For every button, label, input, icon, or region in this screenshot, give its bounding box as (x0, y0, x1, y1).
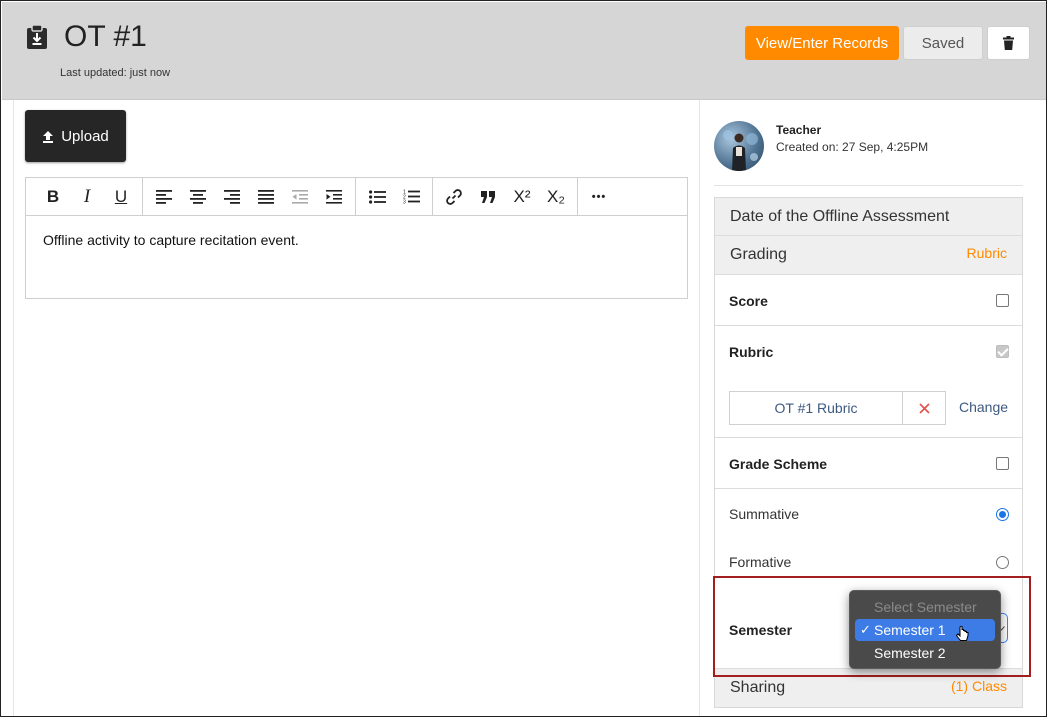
grade-scheme-row: Grade Scheme (715, 438, 1022, 489)
avatar (714, 121, 764, 171)
checkmark-icon: ✓ (860, 622, 871, 637)
page-title: OT #1 (64, 20, 147, 53)
date-section[interactable]: Date of the Offline Assessment (715, 198, 1022, 236)
formative-radio[interactable] (996, 556, 1009, 569)
rich-text-editor[interactable]: B I U 1 2 3 X² X₂ ••• Offline activity t… (25, 177, 688, 299)
semester-dropdown-menu: Select Semester ✓ Semester 1 Semester 2 (849, 590, 1001, 669)
mouse-cursor-icon (956, 626, 969, 641)
list-group: 123 (356, 177, 433, 216)
bullet-list-icon[interactable] (360, 182, 394, 212)
bold-button[interactable]: B (36, 182, 70, 212)
trash-icon (1003, 36, 1014, 50)
grade-scheme-checkbox[interactable] (996, 457, 1009, 470)
saved-button[interactable]: Saved (903, 26, 983, 60)
teacher-avatar-image (723, 130, 758, 171)
outdent-icon[interactable] (283, 182, 317, 212)
format-group: B I U (32, 177, 143, 216)
close-icon (918, 402, 930, 414)
svg-text:3: 3 (403, 200, 406, 205)
numbered-list-icon[interactable]: 123 (394, 182, 428, 212)
score-checkbox[interactable] (996, 294, 1009, 307)
link-icon[interactable] (437, 182, 471, 212)
rubric-checkbox[interactable] (996, 345, 1009, 358)
last-updated-text: Last updated: just now (60, 67, 171, 79)
created-date: Created on: 27 Sep, 4:25PM (776, 140, 929, 154)
upload-icon (43, 130, 54, 143)
app-window: OT #1 Last updated: just now View/Enter … (0, 0, 1047, 717)
sharing-label: Sharing (730, 679, 786, 696)
author-name: Teacher (776, 123, 822, 137)
divider (714, 185, 1023, 186)
view-enter-records-button[interactable]: View/Enter Records (745, 26, 899, 60)
summative-radio[interactable] (996, 508, 1009, 521)
subscript-button[interactable]: X₂ (539, 182, 573, 212)
upload-button[interactable]: Upload (25, 110, 126, 162)
grade-scheme-label: Grade Scheme (729, 456, 828, 472)
date-label: Date of the Offline Assessment (730, 208, 950, 225)
option-semester-1[interactable]: ✓ Semester 1 (855, 619, 995, 641)
underline-button[interactable]: U (104, 182, 138, 212)
change-rubric-link[interactable]: Change (959, 399, 1008, 415)
score-label: Score (729, 293, 768, 309)
editor-content[interactable]: Offline activity to capture recitation e… (26, 216, 687, 264)
option-select-semester: Select Semester (874, 599, 977, 615)
align-left-icon[interactable] (147, 182, 181, 212)
align-right-icon[interactable] (215, 182, 249, 212)
insert-group: X² X₂ (433, 177, 578, 216)
formative-label: Formative (729, 554, 792, 570)
sharing-value: (1) Class (950, 678, 1007, 694)
page-header: OT #1 Last updated: just now View/Enter … (2, 2, 1046, 100)
clipboard-download-icon (27, 24, 47, 49)
grading-label: Grading (730, 246, 787, 263)
blockquote-icon[interactable] (471, 182, 505, 212)
align-center-icon[interactable] (181, 182, 215, 212)
option-semester-2[interactable]: Semester 2 (855, 642, 995, 664)
superscript-button[interactable]: X² (505, 182, 539, 212)
option-semester-1-label: Semester 1 (874, 622, 946, 638)
delete-button[interactable] (987, 26, 1030, 60)
grading-value: Rubric (966, 245, 1007, 261)
grading-section[interactable]: Grading Rubric (715, 236, 1022, 275)
justify-icon[interactable] (249, 182, 283, 212)
editor-toolbar: B I U 1 2 3 X² X₂ ••• (26, 177, 687, 216)
selected-rubric: OT #1 Rubric (729, 391, 946, 425)
score-row: Score (715, 275, 1022, 326)
more-group: ••• (578, 178, 620, 216)
indent-icon[interactable] (317, 182, 351, 212)
more-options-button[interactable]: ••• (582, 182, 616, 212)
summative-label: Summative (729, 506, 800, 522)
italic-button[interactable]: I (70, 182, 104, 212)
upload-label: Upload (61, 127, 109, 145)
rubric-label: Rubric (729, 344, 774, 360)
rubric-name[interactable]: OT #1 Rubric (730, 392, 903, 424)
align-group (143, 177, 356, 216)
remove-rubric-button[interactable] (903, 392, 945, 424)
